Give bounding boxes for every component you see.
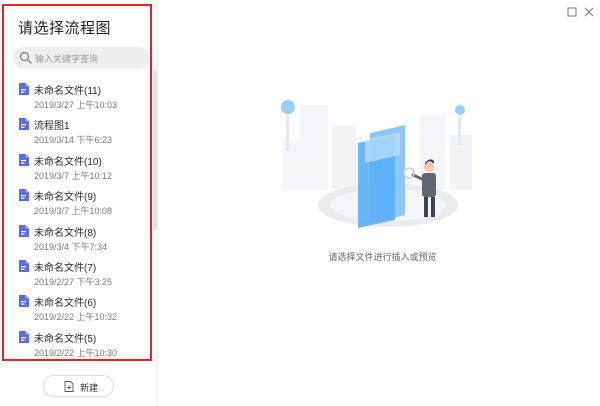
flowchart-file-icon xyxy=(19,189,29,202)
new-button[interactable]: 新建 xyxy=(43,375,114,397)
file-name: 未命名文件(5) xyxy=(34,333,97,345)
panel-divider xyxy=(157,0,158,406)
file-date: 2019/2/22 上午10:30 xyxy=(34,347,118,358)
file-name: 未命名文件(8) xyxy=(34,227,97,239)
search-input[interactable]: 输入关键字查询 xyxy=(13,47,150,69)
file-name: 未命名文件(9) xyxy=(34,192,97,204)
new-file-icon xyxy=(64,381,74,392)
file-date: 2019/2/27 下午3:25 xyxy=(34,277,113,287)
close-icon[interactable] xyxy=(584,7,594,17)
file-list-item[interactable]: 未命名文件(6) 2019/2/22 上午10:32 xyxy=(4,288,150,323)
search-icon xyxy=(19,51,32,64)
file-date: 2019/3/4 下午7:34 xyxy=(34,241,108,252)
file-name: 未命名文件(11) xyxy=(34,86,102,97)
file-list-item[interactable]: 未命名文件(11) 2019/3/27 上午10:03 xyxy=(4,76,150,111)
flowchart-file-icon xyxy=(19,224,29,237)
file-picker-panel: 请选择流程图 输入关键字查询 未命名文件(11) 2019/3/27 上午10:0… xyxy=(0,0,157,406)
highlight-frame: 请选择流程图 输入关键字查询 未命名文件(11) 2019/3/27 上午10:0… xyxy=(2,4,152,361)
maximize-icon[interactable] xyxy=(567,7,577,17)
file-name: 未命名文件(6) xyxy=(34,298,97,310)
flowchart-file-icon xyxy=(19,83,29,95)
file-list-item[interactable]: 未命名文件(10) 2019/3/7 上午10:12 xyxy=(4,147,150,182)
file-name: 未命名文件(10) xyxy=(34,156,102,168)
file-date: 2019/3/27 上午10:03 xyxy=(34,100,118,110)
file-date: 2019/3/7 上午10:12 xyxy=(34,170,113,181)
empty-state-illustration xyxy=(281,100,472,228)
panel-title: 请选择流程图 xyxy=(18,20,112,37)
file-list-item[interactable]: 未命名文件(8) 2019/3/4 下午7:34 xyxy=(4,218,150,253)
file-list-item[interactable]: 流程图1 2019/3/14 下午6:23 xyxy=(4,111,150,146)
flowchart-file-icon xyxy=(19,118,29,131)
file-date: 2019/3/14 下午6:23 xyxy=(34,135,113,146)
file-date: 2019/3/7 上午10:08 xyxy=(34,206,113,217)
flowchart-file-icon xyxy=(19,330,29,343)
file-list-item[interactable]: 未命名文件(9) 2019/3/7 上午10:08 xyxy=(4,182,150,217)
file-list-item[interactable]: 未命名文件(7) 2019/2/27 下午3:25 xyxy=(4,253,150,288)
flowchart-file-icon xyxy=(19,260,29,272)
new-button-label: 新建 xyxy=(80,383,99,393)
file-list-item[interactable]: 未命名文件(4) xyxy=(4,359,150,361)
file-name: 流程图1 xyxy=(34,121,70,133)
file-list: 未命名文件(11) 2019/3/27 上午10:03 流程图1 2019/3/14 … xyxy=(4,76,150,361)
flowchart-file-icon xyxy=(19,153,29,166)
search-placeholder: 输入关键字查询 xyxy=(35,54,99,64)
file-list-item[interactable]: 未命名文件(5) 2019/2/22 上午10:30 xyxy=(4,324,150,359)
file-name: 未命名文件(7) xyxy=(34,263,97,274)
empty-state-message: 请选择文件进行插入或预览 xyxy=(328,252,437,262)
file-date: 2019/2/22 上午10:32 xyxy=(34,312,118,323)
flowchart-file-icon xyxy=(19,295,29,308)
